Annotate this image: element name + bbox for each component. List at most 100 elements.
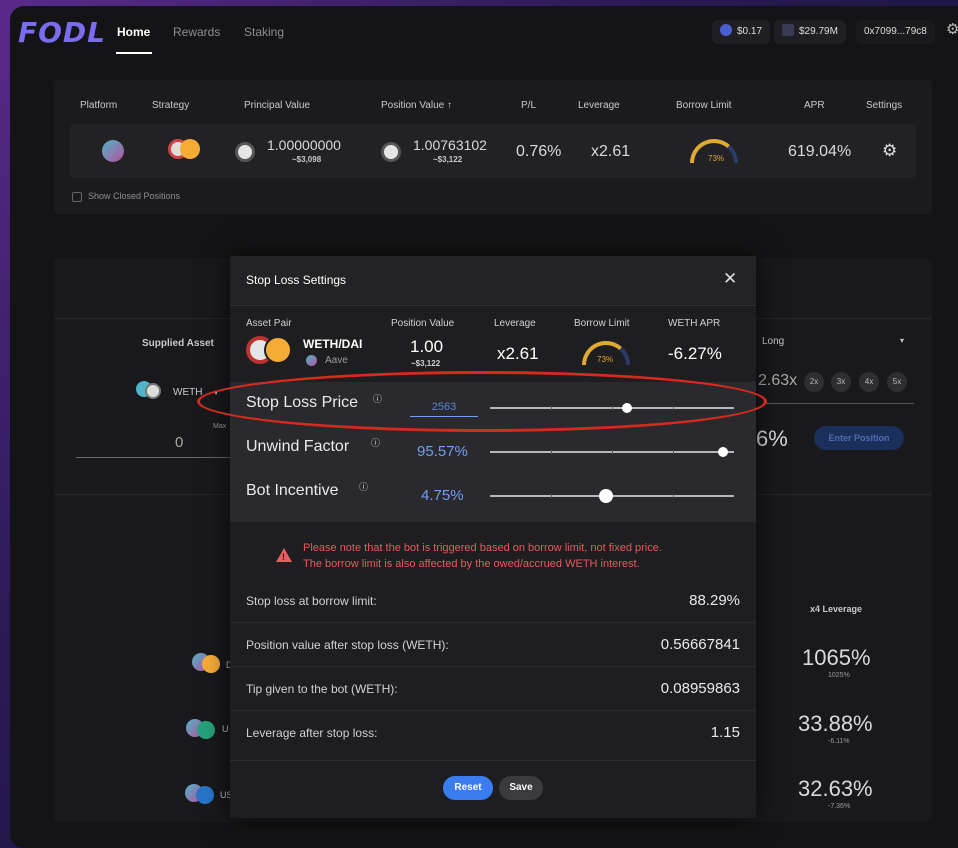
save-button[interactable]: Save [499, 776, 543, 800]
supplied-asset-label: Supplied Asset [142, 338, 214, 349]
modal-footer [230, 760, 756, 818]
position-value-usd: ~$3,122 [411, 359, 441, 368]
tvl-pill[interactable]: $29.79M [774, 20, 846, 44]
col-pl: P/L [521, 100, 537, 111]
apr-value: 619.04% [788, 143, 852, 160]
weth-icon [381, 142, 401, 162]
info-icon[interactable]: ⓘ [359, 480, 368, 493]
wallet-address-pill[interactable]: 0x7099...79c8 [856, 20, 935, 44]
max-label[interactable]: Max [213, 423, 226, 430]
leverage-4x[interactable]: 4x [859, 372, 879, 392]
nav-rewards[interactable]: Rewards [173, 25, 220, 39]
highlight-annotation [197, 371, 767, 432]
leverage-value: x2.61 [497, 344, 539, 363]
close-icon[interactable]: ✕ [723, 269, 737, 289]
position-value: 1.00763102 [413, 137, 487, 153]
slider-handle[interactable] [718, 447, 729, 457]
aave-icon [102, 140, 124, 162]
reset-button[interactable]: Reset [443, 776, 493, 800]
nav-active-underline [116, 52, 152, 54]
unwind-factor-value: 95.57% [417, 443, 468, 460]
show-closed-checkbox[interactable] [72, 192, 82, 202]
gear-icon[interactable]: ⚙ [882, 141, 897, 161]
result-label: Stop loss at borrow limit: [246, 594, 377, 608]
unwind-factor-label: Unwind Factor [246, 438, 350, 455]
position-value-after-stop-loss: 0.56667841 [660, 636, 740, 653]
leverage-5x[interactable]: 5x [887, 372, 907, 392]
dai-icon [264, 336, 292, 364]
col-platform: Platform [80, 100, 118, 111]
warning-text-2: The borrow limit is also affected by the… [303, 558, 640, 570]
col-borrow-limit: Borrow Limit [676, 100, 732, 111]
borrow-limit-label: Borrow Limit [574, 318, 630, 329]
leverage-2x[interactable]: 2x [804, 372, 824, 392]
show-closed-label: Show Closed Positions [88, 191, 181, 201]
chevron-down-icon[interactable]: ▾ [900, 336, 904, 345]
col-position-value[interactable]: Position Value ↑ [381, 100, 452, 111]
weth-apr-value: -6.27% [668, 344, 722, 363]
gear-icon[interactable]: ⚙ [946, 20, 958, 38]
positions-panel: Platform Strategy Principal Value Positi… [54, 80, 932, 214]
weth-icon [235, 142, 255, 162]
leverage-readout: 2.63x [758, 372, 798, 389]
pl-value: 0.76% [516, 143, 562, 160]
result-label: Tip given to the bot (WETH): [246, 682, 398, 696]
divider [230, 710, 756, 711]
enter-position-button[interactable]: Enter Position [814, 426, 904, 450]
weth-apr-label: WETH APR [668, 318, 721, 329]
token-price: $0.17 [737, 26, 763, 37]
dai-icon [202, 655, 220, 673]
token-icon [720, 24, 732, 36]
amount-input[interactable]: 0 [175, 434, 183, 451]
strategy-row-label: U [222, 724, 229, 734]
strategy-row-base: -7.36% [828, 803, 851, 810]
stop-loss-modal: Stop Loss Settings ✕ Asset Pair WETH/DAI… [230, 256, 756, 818]
asset-pair-label: Asset Pair [246, 318, 292, 329]
nav-home[interactable]: Home [117, 25, 150, 39]
leverage-slider-track[interactable] [766, 403, 914, 404]
result-label: Leverage after stop loss: [246, 726, 378, 740]
modal-header: Stop Loss Settings ✕ [230, 256, 756, 306]
position-value-label: Position Value [391, 318, 455, 329]
dai-icon [180, 139, 200, 159]
direction-select[interactable]: Long [762, 336, 784, 347]
strategy-row-base: 1025% [828, 672, 850, 679]
x4-leverage-header: x4 Leverage [810, 604, 863, 614]
col-principal-value: Principal Value [244, 100, 310, 111]
leverage-3x[interactable]: 3x [831, 372, 851, 392]
col-settings: Settings [866, 100, 903, 111]
unwind-factor-slider[interactable] [490, 447, 734, 457]
amount-underline [76, 457, 236, 458]
borrow-limit-percent: 73% [708, 154, 725, 163]
bot-incentive-label: Bot Incentive [246, 482, 339, 499]
position-value: 1.00 [410, 337, 444, 356]
strategy-row-apr: 32.63% [798, 776, 873, 801]
warning-icon-mark: ! [282, 552, 285, 562]
nav-staking[interactable]: Staking [244, 25, 284, 39]
supplied-asset-select[interactable]: WETH [173, 387, 202, 398]
divider [230, 666, 756, 667]
top-bar: FODL Home Rewards Staking $0.17 $29.79M … [10, 6, 958, 60]
principal-usd: ~$3,098 [292, 155, 322, 164]
position-row[interactable]: 1.00000000 ~$3,098 1.00763102 ~$3,122 0.… [70, 124, 916, 178]
position-usd: ~$3,122 [433, 155, 463, 164]
aave-icon [306, 355, 317, 366]
stop-loss-borrow-limit-value: 88.29% [689, 592, 740, 609]
info-icon[interactable]: ⓘ [371, 436, 380, 449]
bot-incentive-slider[interactable] [490, 489, 734, 503]
bot-incentive-value: 4.75% [421, 487, 464, 504]
strategy-row-apr: 1065% [802, 645, 871, 670]
token-price-pill[interactable]: $0.17 [712, 20, 771, 44]
platform-name: Aave [325, 355, 348, 366]
bot-tip-value: 0.08959863 [660, 680, 740, 697]
brand-logo[interactable]: FODL [18, 16, 106, 49]
col-leverage: Leverage [578, 100, 620, 111]
apr-readout: 6% [756, 426, 788, 451]
slider-handle[interactable] [598, 489, 613, 503]
usdt-icon [197, 721, 215, 739]
strategy-row-apr: 33.88% [798, 711, 873, 736]
leverage-after-stop-loss: 1.15 [710, 724, 740, 741]
tvl-value: $29.79M [799, 26, 838, 37]
leverage-label: Leverage [494, 318, 536, 329]
principal-value: 1.00000000 [267, 137, 341, 153]
